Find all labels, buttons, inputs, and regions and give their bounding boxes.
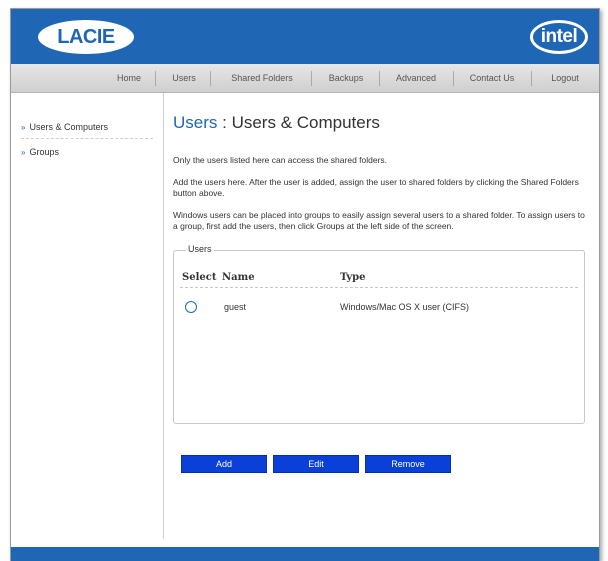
nav-divider xyxy=(453,71,454,86)
nav-divider xyxy=(210,71,211,86)
breadcrumb-users[interactable]: Users xyxy=(173,113,217,132)
intel-logo: intel xyxy=(530,20,588,54)
nav-logout[interactable]: Logout xyxy=(539,64,591,92)
column-header-select: Select xyxy=(182,272,217,283)
nav-home[interactable]: Home xyxy=(107,64,151,92)
select-radio[interactable] xyxy=(185,301,197,313)
footer-bar xyxy=(11,547,599,561)
nav-users[interactable]: Users xyxy=(161,64,207,92)
page-title: Users : Users & Computers xyxy=(173,113,380,133)
add-users-help-text: Add the users here. After the user is ad… xyxy=(173,177,579,198)
sidebar-item-groups[interactable]: » Groups xyxy=(21,147,59,157)
column-header-name: Name xyxy=(222,272,255,283)
nav-shared-folders[interactable]: Shared Folders xyxy=(216,64,308,92)
title-separator: : xyxy=(217,113,232,132)
double-chevron-icon: » xyxy=(21,148,26,157)
header-divider xyxy=(180,287,578,289)
groups-help-text: Windows users can be placed into groups … xyxy=(173,210,585,231)
remove-button[interactable]: Remove xyxy=(365,455,451,473)
users-legend: Users xyxy=(186,244,214,254)
user-name-cell: guest xyxy=(224,302,247,312)
sidebar-item-label: Groups xyxy=(29,147,59,157)
sidebar: » Users & Computers » Groups xyxy=(11,93,163,539)
sidebar-item-label: Users & Computers xyxy=(29,122,108,132)
sidebar-item-users-computers[interactable]: » Users & Computers xyxy=(21,122,108,132)
nav-divider xyxy=(155,71,156,86)
add-button[interactable]: Add xyxy=(181,455,267,473)
intro-text: Only the users listed here can access th… xyxy=(173,155,388,165)
header-bar: LACIE intel xyxy=(11,9,599,64)
user-type-cell: Windows/Mac OS X user (CIFS) xyxy=(340,302,470,312)
nav-contact-us[interactable]: Contact Us xyxy=(459,64,525,92)
users-fieldset: Users Select Name Type guest Windows/Mac… xyxy=(173,244,585,424)
nav-divider xyxy=(379,71,380,86)
sidebar-divider xyxy=(21,138,153,139)
nav-divider xyxy=(531,71,532,86)
nav-divider xyxy=(311,71,312,86)
lacie-logo: LACIE xyxy=(38,20,134,54)
title-text: Users & Computers xyxy=(231,113,380,132)
app-frame: LACIE intel Home Users Shared Folders Ba… xyxy=(10,8,600,561)
column-header-type: Type xyxy=(340,272,366,283)
sidebar-content-divider xyxy=(163,93,164,539)
nav-backups[interactable]: Backups xyxy=(317,64,375,92)
nav-advanced[interactable]: Advanced xyxy=(385,64,447,92)
top-nav: Home Users Shared Folders Backups Advanc… xyxy=(11,64,599,93)
double-chevron-icon: » xyxy=(21,123,26,132)
edit-button[interactable]: Edit xyxy=(273,455,359,473)
